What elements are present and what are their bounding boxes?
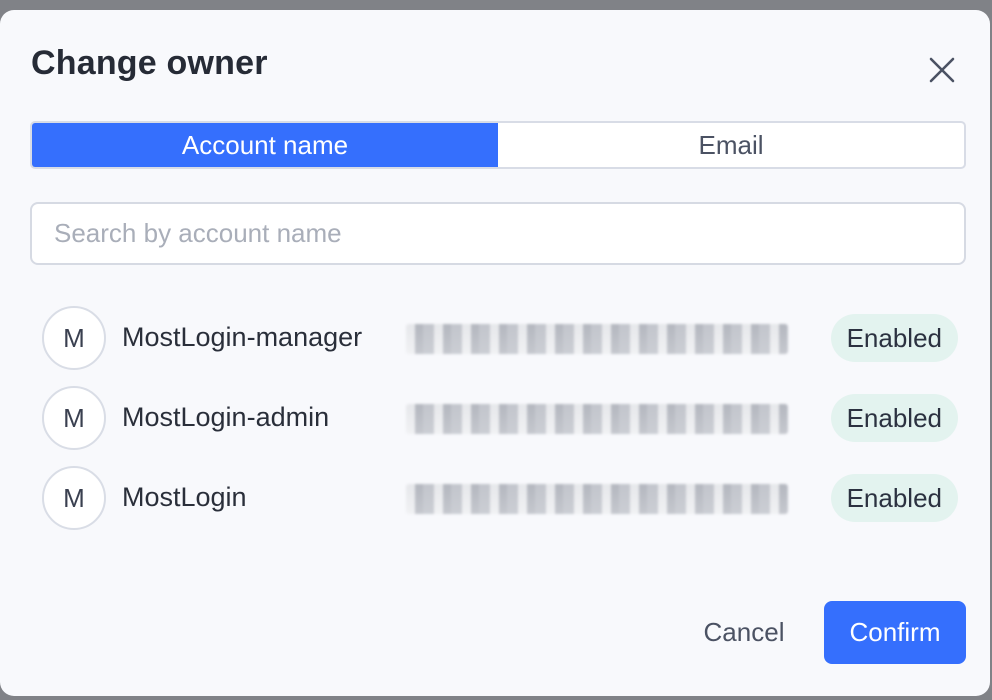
close-icon <box>929 57 955 83</box>
account-name: MostLogin-manager <box>122 322 363 352</box>
status-badge: Enabled <box>830 474 958 522</box>
account-name: MostLogin <box>122 482 247 512</box>
status-badge: Enabled <box>830 394 958 442</box>
tab-email[interactable]: Email <box>498 123 964 167</box>
dialog-title: Change owner <box>31 44 268 82</box>
close-button[interactable] <box>922 50 962 90</box>
cancel-button[interactable]: Cancel <box>690 601 798 663</box>
avatar: M <box>42 466 106 530</box>
list-item[interactable]: M MostLogin-manager Enabled <box>42 306 960 386</box>
confirm-button[interactable]: Confirm <box>824 601 966 664</box>
list-item[interactable]: M MostLogin Enabled <box>42 466 960 546</box>
account-name: MostLogin-admin <box>122 402 330 432</box>
account-list: M MostLogin-manager Enabled M MostLogin-… <box>42 306 960 546</box>
blurred-email <box>406 484 788 514</box>
change-owner-dialog: Change owner Account name Email M MostLo… <box>0 10 990 696</box>
search-input[interactable] <box>30 202 966 265</box>
status-badge: Enabled <box>830 314 958 362</box>
search-mode-tabs: Account name Email <box>30 121 966 169</box>
tab-account-name[interactable]: Account name <box>32 123 498 167</box>
avatar: M <box>42 386 106 450</box>
blurred-email <box>406 404 788 434</box>
blurred-email <box>406 324 788 354</box>
list-item[interactable]: M MostLogin-admin Enabled <box>42 386 960 466</box>
avatar: M <box>42 306 106 370</box>
